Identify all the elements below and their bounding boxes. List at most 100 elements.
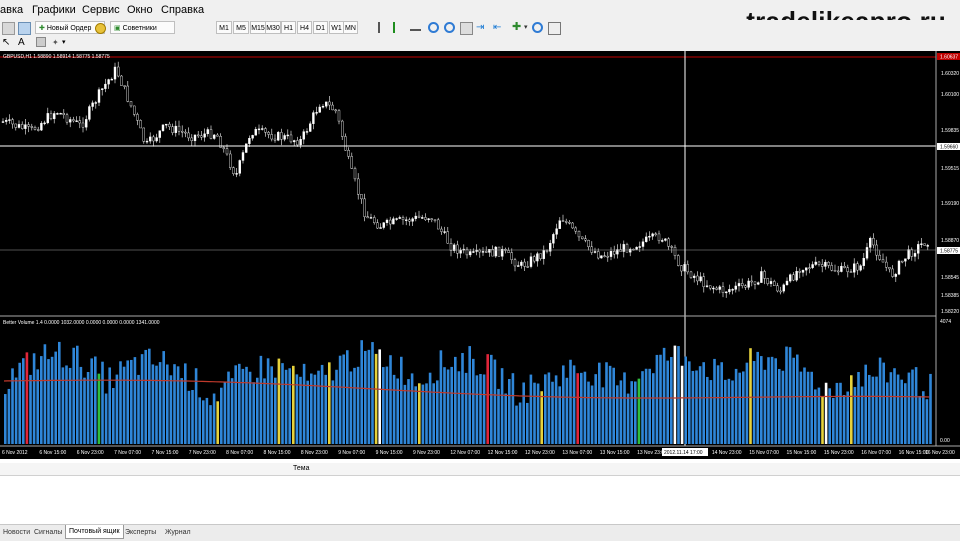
candle-body — [8, 119, 11, 121]
candle-body — [190, 137, 194, 142]
tf-m1-button[interactable]: M1 — [216, 21, 232, 34]
candle-body — [328, 101, 331, 106]
candle-body — [923, 243, 926, 246]
candle-body — [565, 221, 568, 223]
candle-body — [763, 271, 766, 279]
candle-body — [725, 291, 728, 294]
candle-body — [817, 261, 821, 265]
candle-body — [257, 128, 261, 131]
volume-bar — [119, 361, 122, 444]
tab-mailbox[interactable]: Почтовый ящик — [65, 525, 124, 539]
tab-journal[interactable]: Журнал — [162, 527, 194, 538]
zoom-in-icon[interactable] — [428, 22, 439, 33]
volume-bar — [220, 387, 223, 444]
candle-body — [779, 290, 782, 293]
volume-bar — [349, 371, 353, 444]
tab-news[interactable]: Новости — [0, 527, 33, 538]
volume-bar — [724, 379, 727, 444]
volume-bar — [558, 386, 561, 444]
candle-body — [193, 134, 197, 142]
tf-h4-button[interactable]: H4 — [297, 21, 312, 34]
column-header-subject[interactable]: Тема — [293, 465, 309, 472]
candle-body — [222, 147, 226, 149]
tab-signals[interactable]: Сигналы — [31, 527, 65, 538]
autoscroll-icon[interactable]: ⇥ — [476, 22, 487, 33]
zoom-out-icon[interactable] — [444, 22, 455, 33]
new-chart-icon[interactable] — [2, 22, 15, 35]
tf-h1-button[interactable]: H1 — [281, 21, 296, 34]
candles-icon[interactable] — [393, 22, 401, 33]
candle-body — [177, 125, 181, 132]
candle-body — [638, 246, 641, 248]
chart-shift-icon[interactable]: ⇤ — [493, 22, 504, 33]
chevron-down-icon[interactable]: ▾ — [62, 37, 73, 48]
tf-mn-button[interactable]: MN — [343, 21, 358, 34]
price-label: 1.58870 — [941, 238, 959, 244]
candle-body — [862, 258, 865, 266]
candle-body — [168, 123, 171, 127]
chart-canvas[interactable]: GBPUSD,H1 1.58890 1.58914 1.58775 1.5877… — [0, 51, 960, 459]
line-chart-icon[interactable] — [410, 22, 421, 31]
templates-icon[interactable] — [548, 22, 561, 35]
volume-bar — [590, 385, 594, 444]
candle-body — [878, 254, 881, 260]
candle-body — [680, 265, 683, 272]
price-chart[interactable]: GBPUSD,H1 1.58890 1.58914 1.58775 1.5877… — [0, 51, 960, 459]
menu-window[interactable]: Окно — [127, 4, 153, 16]
volume-bar — [878, 357, 882, 444]
volume-bar — [400, 356, 403, 444]
menu-service[interactable]: Сервис — [82, 4, 120, 16]
text-icon[interactable]: A — [18, 37, 29, 48]
candle-body — [347, 150, 350, 157]
volume-bar — [860, 386, 864, 444]
volume-bar — [853, 387, 857, 444]
menu-view[interactable]: авка — [0, 4, 23, 16]
volume-bar — [835, 382, 839, 444]
bar-chart-icon[interactable] — [378, 22, 386, 33]
tf-m5-button[interactable]: M5 — [233, 21, 249, 34]
candle-body — [417, 215, 421, 218]
volume-bar — [652, 373, 655, 444]
candle-body — [641, 241, 645, 247]
time-label: 6 Nov 15:00 — [39, 450, 66, 456]
candle-body — [539, 253, 542, 259]
tf-m15-button[interactable]: M15 — [250, 21, 266, 34]
tab-experts[interactable]: Эксперты — [122, 527, 159, 538]
tf-m30-button[interactable]: M30 — [265, 21, 281, 34]
metaeditor-icon[interactable] — [95, 23, 106, 34]
tf-d1-button[interactable]: D1 — [313, 21, 328, 34]
volume-bar — [893, 368, 896, 444]
advisors-button[interactable]: ▣ Советники — [110, 21, 175, 34]
volume-bar — [288, 368, 291, 444]
tf-w1-button[interactable]: W1 — [329, 21, 344, 34]
volume-bar — [65, 365, 68, 444]
candle-body — [360, 194, 363, 200]
periods-icon[interactable] — [532, 22, 543, 33]
candle-body — [158, 130, 162, 138]
profiles-icon[interactable] — [18, 22, 31, 35]
menu-help[interactable]: Справка — [161, 4, 204, 16]
candle-body — [926, 245, 929, 247]
volume-bar — [587, 381, 590, 444]
candle-body — [584, 238, 587, 241]
volume-bar — [32, 353, 36, 444]
candle-body — [728, 289, 731, 293]
candle-body — [200, 135, 203, 138]
candle-body — [587, 240, 590, 248]
candle-body — [821, 264, 824, 267]
menu-charts[interactable]: Графики — [32, 4, 76, 16]
candle-body — [209, 129, 213, 139]
volume-bar — [259, 355, 263, 444]
volume-bar — [140, 354, 144, 444]
volume-bar — [536, 383, 540, 444]
label-icon[interactable] — [36, 37, 46, 47]
candle-body — [664, 238, 667, 241]
candle-body — [206, 129, 210, 135]
candle-body — [46, 113, 49, 124]
candle-body — [84, 119, 88, 128]
volume-bar — [464, 372, 468, 444]
indicators-icon[interactable]: ✚ — [512, 22, 523, 33]
volume-bar — [346, 350, 349, 444]
tile-windows-icon[interactable] — [460, 22, 473, 35]
cursor-icon[interactable]: ↖ — [2, 37, 13, 48]
